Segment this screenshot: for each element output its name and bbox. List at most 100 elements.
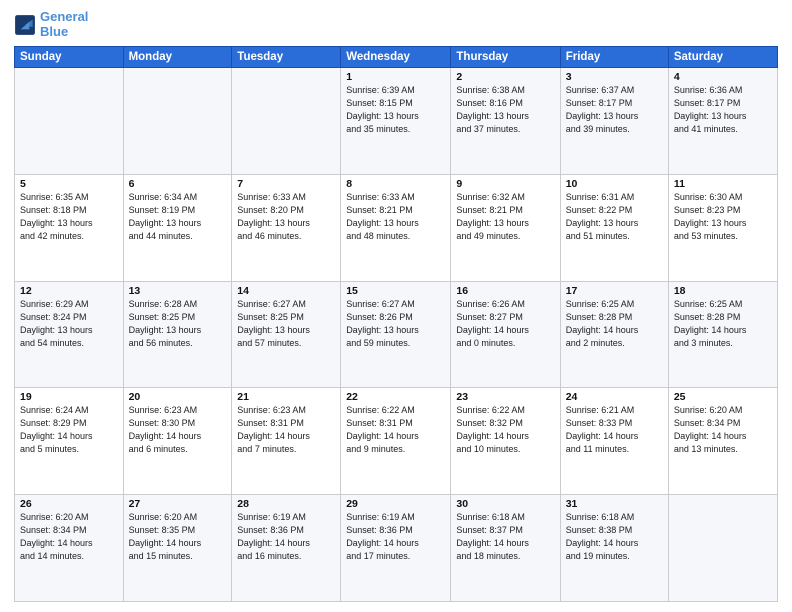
day-info: Sunrise: 6:23 AMSunset: 8:31 PMDaylight:… — [237, 404, 335, 456]
calendar-header-day: Sunday — [15, 46, 124, 67]
day-number: 4 — [674, 71, 772, 83]
calendar-day-cell: 13Sunrise: 6:28 AMSunset: 8:25 PMDayligh… — [123, 281, 232, 388]
calendar-day-cell: 30Sunrise: 6:18 AMSunset: 8:37 PMDayligh… — [451, 495, 560, 602]
day-number: 24 — [566, 391, 663, 403]
day-info: Sunrise: 6:31 AMSunset: 8:22 PMDaylight:… — [566, 191, 663, 243]
day-info: Sunrise: 6:34 AMSunset: 8:19 PMDaylight:… — [129, 191, 227, 243]
day-number: 12 — [20, 285, 118, 297]
day-info: Sunrise: 6:29 AMSunset: 8:24 PMDaylight:… — [20, 298, 118, 350]
day-info: Sunrise: 6:24 AMSunset: 8:29 PMDaylight:… — [20, 404, 118, 456]
calendar-day-cell: 11Sunrise: 6:30 AMSunset: 8:23 PMDayligh… — [668, 174, 777, 281]
day-info: Sunrise: 6:20 AMSunset: 8:35 PMDaylight:… — [129, 511, 227, 563]
day-info: Sunrise: 6:22 AMSunset: 8:31 PMDaylight:… — [346, 404, 445, 456]
day-number: 18 — [674, 285, 772, 297]
day-info: Sunrise: 6:39 AMSunset: 8:15 PMDaylight:… — [346, 84, 445, 136]
day-info: Sunrise: 6:22 AMSunset: 8:32 PMDaylight:… — [456, 404, 554, 456]
calendar-week-row: 19Sunrise: 6:24 AMSunset: 8:29 PMDayligh… — [15, 388, 778, 495]
day-number: 1 — [346, 71, 445, 83]
calendar-day-cell: 20Sunrise: 6:23 AMSunset: 8:30 PMDayligh… — [123, 388, 232, 495]
calendar-header-row: SundayMondayTuesdayWednesdayThursdayFrid… — [15, 46, 778, 67]
day-number: 25 — [674, 391, 772, 403]
day-info: Sunrise: 6:19 AMSunset: 8:36 PMDaylight:… — [346, 511, 445, 563]
calendar-day-cell: 9Sunrise: 6:32 AMSunset: 8:21 PMDaylight… — [451, 174, 560, 281]
day-number: 23 — [456, 391, 554, 403]
calendar-header-day: Friday — [560, 46, 668, 67]
day-number: 17 — [566, 285, 663, 297]
calendar-day-cell: 16Sunrise: 6:26 AMSunset: 8:27 PMDayligh… — [451, 281, 560, 388]
day-number: 20 — [129, 391, 227, 403]
day-info: Sunrise: 6:25 AMSunset: 8:28 PMDaylight:… — [566, 298, 663, 350]
day-number: 27 — [129, 498, 227, 510]
calendar-day-cell — [668, 495, 777, 602]
day-info: Sunrise: 6:23 AMSunset: 8:30 PMDaylight:… — [129, 404, 227, 456]
day-info: Sunrise: 6:18 AMSunset: 8:37 PMDaylight:… — [456, 511, 554, 563]
calendar-week-row: 5Sunrise: 6:35 AMSunset: 8:18 PMDaylight… — [15, 174, 778, 281]
calendar-day-cell — [123, 67, 232, 174]
day-number: 11 — [674, 178, 772, 190]
calendar-day-cell: 10Sunrise: 6:31 AMSunset: 8:22 PMDayligh… — [560, 174, 668, 281]
calendar-week-row: 12Sunrise: 6:29 AMSunset: 8:24 PMDayligh… — [15, 281, 778, 388]
day-info: Sunrise: 6:32 AMSunset: 8:21 PMDaylight:… — [456, 191, 554, 243]
page: General Blue SundayMondayTuesdayWednesda… — [0, 0, 792, 612]
calendar-day-cell: 5Sunrise: 6:35 AMSunset: 8:18 PMDaylight… — [15, 174, 124, 281]
day-number: 22 — [346, 391, 445, 403]
day-info: Sunrise: 6:36 AMSunset: 8:17 PMDaylight:… — [674, 84, 772, 136]
day-info: Sunrise: 6:35 AMSunset: 8:18 PMDaylight:… — [20, 191, 118, 243]
calendar-day-cell: 22Sunrise: 6:22 AMSunset: 8:31 PMDayligh… — [341, 388, 451, 495]
day-number: 6 — [129, 178, 227, 190]
calendar-week-row: 26Sunrise: 6:20 AMSunset: 8:34 PMDayligh… — [15, 495, 778, 602]
calendar-day-cell: 12Sunrise: 6:29 AMSunset: 8:24 PMDayligh… — [15, 281, 124, 388]
calendar-day-cell: 1Sunrise: 6:39 AMSunset: 8:15 PMDaylight… — [341, 67, 451, 174]
calendar-day-cell: 25Sunrise: 6:20 AMSunset: 8:34 PMDayligh… — [668, 388, 777, 495]
day-number: 2 — [456, 71, 554, 83]
day-number: 3 — [566, 71, 663, 83]
header: General Blue — [14, 10, 778, 40]
day-number: 14 — [237, 285, 335, 297]
calendar-day-cell: 2Sunrise: 6:38 AMSunset: 8:16 PMDaylight… — [451, 67, 560, 174]
calendar-week-row: 1Sunrise: 6:39 AMSunset: 8:15 PMDaylight… — [15, 67, 778, 174]
calendar-day-cell: 8Sunrise: 6:33 AMSunset: 8:21 PMDaylight… — [341, 174, 451, 281]
calendar-day-cell: 7Sunrise: 6:33 AMSunset: 8:20 PMDaylight… — [232, 174, 341, 281]
day-number: 30 — [456, 498, 554, 510]
calendar-header-day: Monday — [123, 46, 232, 67]
calendar-day-cell: 24Sunrise: 6:21 AMSunset: 8:33 PMDayligh… — [560, 388, 668, 495]
day-number: 5 — [20, 178, 118, 190]
calendar-header-day: Thursday — [451, 46, 560, 67]
calendar-day-cell: 14Sunrise: 6:27 AMSunset: 8:25 PMDayligh… — [232, 281, 341, 388]
day-number: 7 — [237, 178, 335, 190]
day-number: 29 — [346, 498, 445, 510]
calendar-day-cell — [232, 67, 341, 174]
day-info: Sunrise: 6:28 AMSunset: 8:25 PMDaylight:… — [129, 298, 227, 350]
day-info: Sunrise: 6:26 AMSunset: 8:27 PMDaylight:… — [456, 298, 554, 350]
calendar-day-cell: 26Sunrise: 6:20 AMSunset: 8:34 PMDayligh… — [15, 495, 124, 602]
day-number: 28 — [237, 498, 335, 510]
calendar-day-cell: 4Sunrise: 6:36 AMSunset: 8:17 PMDaylight… — [668, 67, 777, 174]
calendar-day-cell: 18Sunrise: 6:25 AMSunset: 8:28 PMDayligh… — [668, 281, 777, 388]
calendar-header-day: Saturday — [668, 46, 777, 67]
calendar-table: SundayMondayTuesdayWednesdayThursdayFrid… — [14, 46, 778, 602]
day-info: Sunrise: 6:20 AMSunset: 8:34 PMDaylight:… — [674, 404, 772, 456]
day-number: 9 — [456, 178, 554, 190]
calendar-day-cell: 17Sunrise: 6:25 AMSunset: 8:28 PMDayligh… — [560, 281, 668, 388]
day-number: 13 — [129, 285, 227, 297]
day-number: 31 — [566, 498, 663, 510]
day-info: Sunrise: 6:18 AMSunset: 8:38 PMDaylight:… — [566, 511, 663, 563]
calendar-day-cell: 6Sunrise: 6:34 AMSunset: 8:19 PMDaylight… — [123, 174, 232, 281]
calendar-header-day: Tuesday — [232, 46, 341, 67]
day-number: 26 — [20, 498, 118, 510]
day-info: Sunrise: 6:25 AMSunset: 8:28 PMDaylight:… — [674, 298, 772, 350]
day-info: Sunrise: 6:27 AMSunset: 8:25 PMDaylight:… — [237, 298, 335, 350]
day-number: 16 — [456, 285, 554, 297]
day-info: Sunrise: 6:38 AMSunset: 8:16 PMDaylight:… — [456, 84, 554, 136]
logo-icon — [14, 14, 36, 36]
calendar-header-day: Wednesday — [341, 46, 451, 67]
day-info: Sunrise: 6:27 AMSunset: 8:26 PMDaylight:… — [346, 298, 445, 350]
logo-text: General Blue — [40, 10, 88, 40]
day-info: Sunrise: 6:30 AMSunset: 8:23 PMDaylight:… — [674, 191, 772, 243]
day-info: Sunrise: 6:19 AMSunset: 8:36 PMDaylight:… — [237, 511, 335, 563]
day-info: Sunrise: 6:33 AMSunset: 8:20 PMDaylight:… — [237, 191, 335, 243]
calendar-day-cell: 15Sunrise: 6:27 AMSunset: 8:26 PMDayligh… — [341, 281, 451, 388]
day-info: Sunrise: 6:20 AMSunset: 8:34 PMDaylight:… — [20, 511, 118, 563]
calendar-day-cell — [15, 67, 124, 174]
day-info: Sunrise: 6:33 AMSunset: 8:21 PMDaylight:… — [346, 191, 445, 243]
